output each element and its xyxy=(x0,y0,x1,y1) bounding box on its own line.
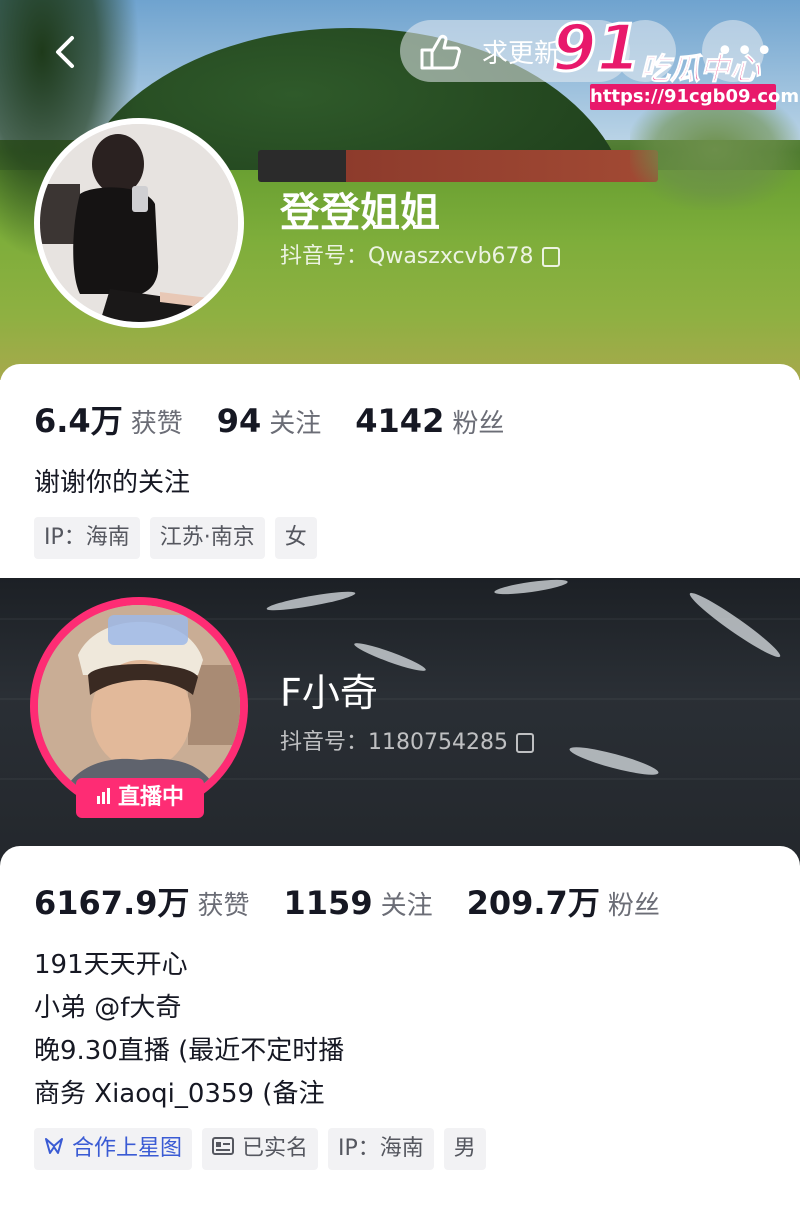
tag-label: 已实名 xyxy=(242,1136,309,1161)
avatar[interactable] xyxy=(40,124,238,322)
profile1-id[interactable]: 抖音号：Qwaszxcvb678 xyxy=(280,238,560,270)
profile1-bio: 谢谢你的关注 xyxy=(34,462,190,505)
followers-stat[interactable]: 4142 粉丝 xyxy=(355,402,504,440)
avatar-photo xyxy=(40,124,238,322)
gull-shape xyxy=(685,587,785,663)
stat-value: 6.4万 xyxy=(34,402,123,440)
verified-tag: 已实名 xyxy=(202,1128,319,1170)
stat-label: 粉丝 xyxy=(452,409,505,439)
stat-value: 6167.9万 xyxy=(34,884,190,922)
watermark-logo-text: 吃瓜中心 xyxy=(640,52,761,88)
star-map-tag[interactable]: 合作上星图 xyxy=(34,1128,193,1170)
stat-label: 获赞 xyxy=(197,891,250,921)
gull-shape xyxy=(493,578,569,598)
live-bars-icon xyxy=(96,778,112,818)
stat-value: 94 xyxy=(216,402,262,440)
gull-shape xyxy=(265,588,357,614)
copy-icon[interactable] xyxy=(541,247,560,267)
watermark-url: https://91cgb09.com xyxy=(590,84,799,110)
profile2-id[interactable]: 抖音号：1180754285 xyxy=(280,724,534,756)
profile2-bio: 191天天开心 小弟 @f大奇 晚9.30直播 (最近不定时播 商务 Xiaoq… xyxy=(34,944,344,1116)
cover-train xyxy=(258,150,658,182)
gull-shape xyxy=(567,742,661,780)
profile1-name: 登登姐姐 xyxy=(280,190,440,236)
stat-label: 获赞 xyxy=(130,409,183,439)
pointing-hand-icon xyxy=(418,32,462,72)
stat-value: 209.7万 xyxy=(466,884,600,922)
chevron-left-icon xyxy=(56,36,74,68)
stat-label: 粉丝 xyxy=(607,891,660,921)
followers-stat[interactable]: 209.7万 粉丝 xyxy=(467,884,660,922)
id-value: Qwaszxcvb678 xyxy=(368,244,534,269)
avatar-photo xyxy=(38,605,240,807)
ip-tag: IP：海南 xyxy=(34,517,140,559)
likes-stat[interactable]: 6.4万 获赞 xyxy=(34,402,183,440)
ip-tag: IP：海南 xyxy=(328,1128,434,1170)
stat-label: 关注 xyxy=(380,891,433,921)
watermark-logo-number: 91 xyxy=(550,12,642,86)
id-value: 1180754285 xyxy=(368,730,508,755)
bio-line: 小弟 @f大奇 xyxy=(34,987,344,1030)
id-label: 抖音号： xyxy=(280,730,369,755)
follow-request-label: 求更新 xyxy=(482,39,561,69)
likes-stat[interactable]: 6167.9万 获赞 xyxy=(34,884,250,922)
profile1-tags: IP：海南 江苏·南京女 xyxy=(34,517,327,559)
live-badge[interactable]: 直播中 xyxy=(76,778,204,818)
profile2-stats: 6167.9万 获赞 1159 关注 209.7万 粉丝 xyxy=(34,878,660,924)
stat-value: 4142 xyxy=(355,402,445,440)
bio-line: 商务 Xiaoqi_0359 (备注 xyxy=(34,1079,325,1109)
profile2-name: F小奇 xyxy=(280,671,378,715)
location-tag: 江苏·南京 xyxy=(149,517,265,559)
profile1-info-card: 6.4万 获赞 94 关注 4142 粉丝 谢谢你的关注 IP：海南 江苏·南京女 xyxy=(0,364,800,578)
profile2-tags: 合作上星图 已实名 IP：海南男 xyxy=(34,1128,496,1170)
profile2-info-card: 6167.9万 获赞 1159 关注 209.7万 粉丝 191天天开心 小弟 @f大奇 … xyxy=(0,846,800,1207)
copy-icon[interactable] xyxy=(516,733,534,753)
bio-line: 191天天开心 xyxy=(34,950,188,980)
stat-value: 1159 xyxy=(283,884,373,922)
gender-tag: 女 xyxy=(274,517,317,559)
gender-tag: 男 xyxy=(443,1128,486,1170)
bio-line: 晚9.30直播 (最近不定时播 xyxy=(34,1036,345,1066)
avatar[interactable] xyxy=(38,605,240,807)
back-button[interactable] xyxy=(44,30,88,74)
profile1-stats: 6.4万 获赞 94 关注 4142 粉丝 xyxy=(34,396,504,442)
following-stat[interactable]: 94 关注 xyxy=(217,402,322,440)
bio-line-text: 小弟 @f大奇 xyxy=(34,993,182,1023)
star-map-icon xyxy=(44,1128,64,1170)
tag-label: 合作上星图 xyxy=(72,1136,183,1161)
stat-label: 关注 xyxy=(269,409,322,439)
live-label: 直播中 xyxy=(117,785,184,810)
id-label: 抖音号： xyxy=(280,244,369,269)
following-stat[interactable]: 1159 关注 xyxy=(284,884,433,922)
id-card-icon xyxy=(212,1128,235,1170)
bio-line: 谢谢你的关注 xyxy=(34,468,191,498)
